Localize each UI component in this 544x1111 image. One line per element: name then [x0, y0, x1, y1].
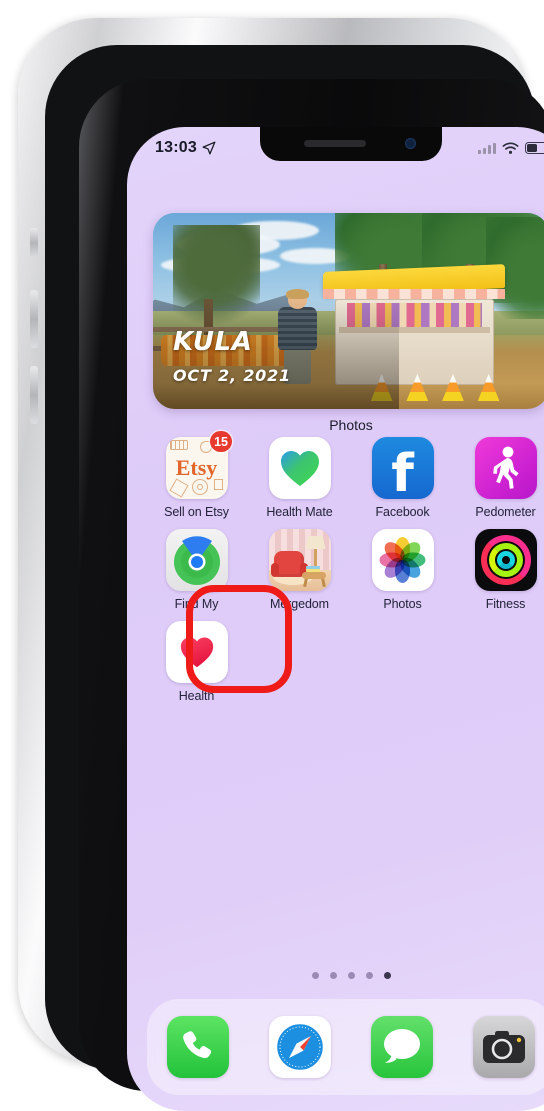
app-label: Photos	[383, 597, 422, 611]
messages-bubble-icon	[384, 1029, 420, 1063]
status-time: 13:03	[155, 139, 197, 156]
phone-icon	[183, 1031, 212, 1059]
phone-body: 13:03 KULA OCT 2, 2021 Photos Etsy 15 Se…	[45, 45, 544, 1111]
location-arrow-icon	[202, 141, 216, 155]
page-dot-active[interactable]	[383, 972, 391, 979]
books-shape	[305, 566, 320, 572]
app-label: Fitness	[485, 597, 526, 611]
facebook-f-glyph: f	[391, 444, 414, 499]
camera-icon	[483, 1031, 525, 1063]
page-dot[interactable]	[329, 972, 337, 979]
heart-glyph	[280, 451, 319, 486]
stand-ring	[496, 551, 515, 569]
dock-icon-safari[interactable]	[269, 1016, 331, 1078]
heart-glyph	[180, 637, 213, 668]
app-row: Etsy 15 Sell on Etsy Health Mate f Faceb…	[145, 427, 544, 519]
radar-glyph	[173, 536, 220, 585]
widget-title: KULA	[173, 327, 253, 357]
front-camera-icon	[405, 138, 416, 149]
pinwheel-glyph	[379, 537, 426, 583]
walking-person-glyph	[492, 446, 519, 489]
dock-icon-phone[interactable]	[167, 1016, 229, 1078]
app-grid: Etsy 15 Sell on Etsy Health Mate f Faceb…	[145, 427, 544, 703]
volume-up-button[interactable]	[30, 290, 38, 348]
phone-screen[interactable]: 13:03 KULA OCT 2, 2021 Photos Etsy 15 Se…	[127, 127, 544, 1111]
photos-widget-container[interactable]: KULA OCT 2, 2021 Photos	[153, 213, 544, 433]
phone-bezel: 13:03 KULA OCT 2, 2021 Photos Etsy 15 Se…	[79, 79, 544, 1111]
widget-date: OCT 2, 2021	[173, 366, 291, 385]
status-bar-right	[478, 141, 544, 155]
health-mate-icon	[268, 437, 331, 499]
app-icon-fitness[interactable]: Fitness	[454, 519, 544, 611]
photos-widget[interactable]: KULA OCT 2, 2021	[153, 213, 544, 409]
dock-icon-messages[interactable]	[371, 1016, 433, 1078]
page-dot[interactable]	[365, 972, 373, 979]
silent-switch[interactable]	[30, 228, 38, 258]
app-row: Find My Mergedom Photos Fitness	[145, 519, 544, 611]
facebook-icon: f	[371, 437, 434, 499]
wifi-icon	[502, 141, 519, 154]
fitness-icon	[474, 529, 537, 591]
app-label: Pedometer	[475, 505, 536, 519]
page-dot[interactable]	[311, 972, 319, 979]
dock	[147, 999, 544, 1095]
app-icon-health[interactable]: Health	[145, 611, 248, 703]
dock-icon-camera[interactable]	[473, 1016, 535, 1078]
phone-frame: 13:03 KULA OCT 2, 2021 Photos Etsy 15 Se…	[18, 18, 544, 1111]
stand-bunting-shape	[323, 289, 506, 300]
coffee-table-shape	[301, 572, 326, 579]
pedometer-icon	[474, 437, 537, 499]
app-icon-photos[interactable]: Photos	[351, 519, 454, 611]
mergedom-icon	[268, 529, 331, 591]
app-row: Health	[145, 611, 544, 703]
page-dot[interactable]	[347, 972, 355, 979]
person-hair-shape	[286, 289, 309, 300]
app-label: Health	[178, 689, 215, 703]
photos-icon	[371, 529, 434, 591]
notification-badge: 15	[210, 431, 232, 452]
notch	[260, 127, 442, 161]
app-icon-find-my[interactable]: Find My	[145, 519, 248, 611]
find-my-icon	[165, 529, 228, 591]
app-label: Facebook	[375, 505, 430, 519]
app-icon-mergedom[interactable]: Mergedom	[248, 519, 351, 611]
app-label: Sell on Etsy	[164, 505, 229, 519]
armchair-arm-shape	[270, 563, 279, 577]
app-label: Mergedom	[270, 597, 329, 611]
app-label: Health Mate	[266, 505, 333, 519]
app-icon-facebook[interactable]: f Facebook	[351, 427, 454, 519]
health-icon	[165, 621, 228, 683]
app-icon-pedometer[interactable]: Pedometer	[454, 427, 544, 519]
battery-icon	[525, 142, 544, 154]
volume-down-button[interactable]	[30, 366, 38, 424]
app-label: Find My	[174, 597, 219, 611]
status-bar-left: 13:03	[155, 139, 216, 157]
earpiece-speaker	[304, 140, 366, 147]
lamp-shade-shape	[305, 536, 326, 549]
cellular-bars-icon	[478, 142, 496, 154]
page-indicator[interactable]	[127, 972, 544, 979]
app-icon-sell-on-etsy[interactable]: Etsy 15 Sell on Etsy	[145, 427, 248, 519]
app-icon-health-mate[interactable]: Health Mate	[248, 427, 351, 519]
safari-compass-icon	[274, 1021, 326, 1073]
